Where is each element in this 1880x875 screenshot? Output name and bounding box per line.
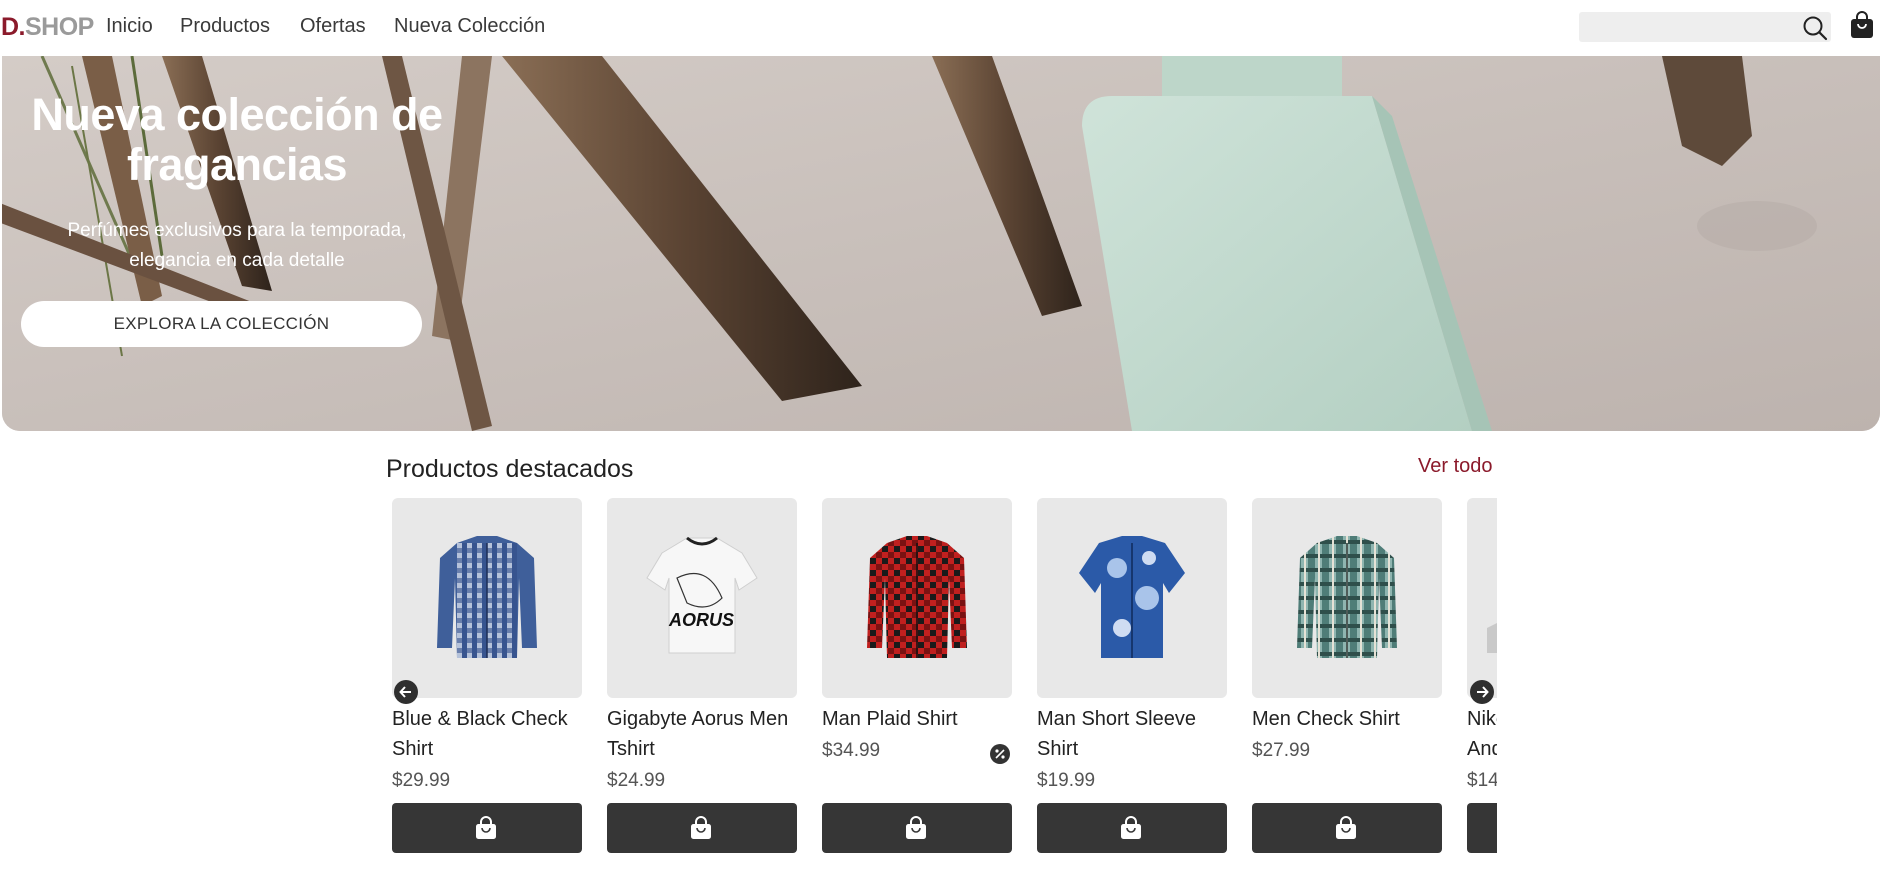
shopping-bag-icon[interactable] <box>1849 10 1875 40</box>
floral-shirt-icon <box>1079 536 1185 658</box>
product-image[interactable] <box>1467 498 1497 698</box>
shopping-bag-icon <box>476 816 496 839</box>
product-name[interactable]: Gigabyte Aorus Men Tshirt <box>607 704 807 764</box>
product-card[interactable]: Men Check Shirt $27.99 <box>1252 498 1442 858</box>
carousel-next-button[interactable] <box>1470 680 1494 704</box>
product-name[interactable]: Nike Air Jordan 1 Red And Black <box>1467 704 1497 764</box>
product-name[interactable]: Men Check Shirt <box>1252 704 1452 734</box>
hero-banner: Nueva colección de fragancias Perfúmes e… <box>2 56 1880 431</box>
add-to-cart-button[interactable] <box>1252 803 1442 853</box>
product-card[interactable]: Blue & Black Check Shirt $29.99 <box>392 498 582 858</box>
explore-collection-button[interactable]: EXPLORA LA COLECCIÓN <box>21 301 422 347</box>
product-carousel: Blue & Black Check Shirt $29.99 AORUS Gi… <box>392 498 1497 863</box>
logo-d: D. <box>1 13 26 41</box>
arrow-left-icon <box>399 686 411 698</box>
shopping-bag-icon <box>1121 816 1141 839</box>
green-check-shirt-icon <box>1297 536 1397 658</box>
nav-link-ofertas[interactable]: Ofertas <box>300 15 366 38</box>
add-to-cart-button[interactable] <box>1467 803 1497 853</box>
product-price: $27.99 <box>1252 740 1311 761</box>
product-card[interactable]: Man Plaid Shirt $34.99 <box>822 498 1012 858</box>
product-price: $19.99 <box>1037 770 1096 791</box>
shopping-bag-icon <box>691 816 711 839</box>
featured-section-title: Productos destacados <box>386 455 634 483</box>
add-to-cart-button[interactable] <box>1037 803 1227 853</box>
product-image[interactable] <box>1252 498 1442 698</box>
product-card[interactable]: Man Short Sleeve Shirt $19.99 <box>1037 498 1227 858</box>
discount-badge-icon <box>990 744 1010 764</box>
product-image[interactable] <box>1037 498 1227 698</box>
product-price: $14 <box>1467 770 1497 791</box>
add-to-cart-button[interactable] <box>607 803 797 853</box>
product-image[interactable] <box>392 498 582 698</box>
see-all-link[interactable]: Ver todo <box>1418 455 1493 478</box>
product-price: $29.99 <box>392 770 451 791</box>
add-to-cart-button[interactable] <box>392 803 582 853</box>
product-name[interactable]: Blue & Black Check Shirt <box>392 704 592 764</box>
product-price: $34.99 <box>822 740 881 761</box>
search-bar <box>1579 12 1831 42</box>
brand-logo[interactable]: D.SHOP <box>1 13 94 42</box>
arrow-right-icon <box>1477 686 1489 698</box>
check-shirt-blue-icon <box>437 536 537 658</box>
product-image[interactable] <box>822 498 1012 698</box>
nav-link-nueva-coleccion[interactable]: Nueva Colección <box>394 15 545 38</box>
shopping-bag-icon <box>1336 816 1356 839</box>
product-card[interactable]: Nike Air Jordan 1 Red And Black $14 <box>1467 498 1497 858</box>
add-to-cart-button[interactable] <box>822 803 1012 853</box>
product-card[interactable]: AORUS Gigabyte Aorus Men Tshirt $24.99 <box>607 498 797 858</box>
red-plaid-shirt-icon <box>867 536 967 658</box>
hero-title: Nueva colección de fragancias <box>31 89 443 190</box>
hero-subtitle: Perfúmes exclusivos para la temporada, e… <box>67 220 407 271</box>
top-navbar: D.SHOP Inicio Productos Ofertas Nueva Co… <box>0 0 1880 55</box>
shoe-icon <box>1487 623 1497 653</box>
svg-text:AORUS: AORUS <box>668 610 734 630</box>
search-icon[interactable] <box>1801 14 1829 42</box>
white-tshirt-icon: AORUS <box>646 536 758 654</box>
product-name[interactable]: Man Short Sleeve Shirt <box>1037 704 1237 764</box>
logo-shop: SHOP <box>25 13 94 41</box>
nav-link-productos[interactable]: Productos <box>180 15 270 38</box>
search-input[interactable] <box>1579 12 1789 42</box>
shopping-bag-icon <box>906 816 926 839</box>
product-price: $24.99 <box>607 770 666 791</box>
product-name[interactable]: Man Plaid Shirt <box>822 704 1022 734</box>
product-image[interactable]: AORUS <box>607 498 797 698</box>
nav-link-inicio[interactable]: Inicio <box>106 15 153 38</box>
carousel-prev-button[interactable] <box>394 680 418 704</box>
